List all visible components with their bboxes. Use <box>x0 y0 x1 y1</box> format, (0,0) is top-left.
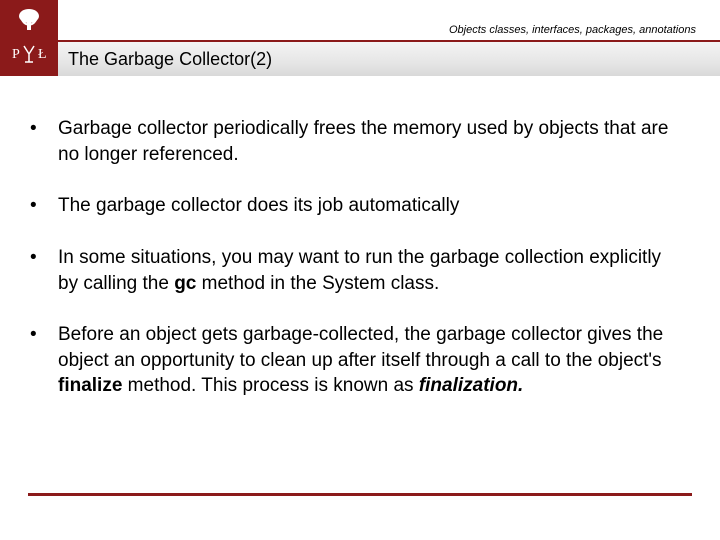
bullet-text: The garbage collector does its job autom… <box>58 193 680 219</box>
logo-emblem-bottom: P Ł <box>0 42 58 76</box>
bullet-item: •The garbage collector does its job auto… <box>30 193 680 219</box>
bullet-item: •Before an object gets garbage-collected… <box>30 322 680 399</box>
slide-title: The Garbage Collector(2) <box>58 42 720 76</box>
header-row: Objects classes, interfaces, packages, a… <box>0 0 720 42</box>
logo-letter-left: P <box>12 47 20 62</box>
bullet-marker: • <box>30 116 58 167</box>
footer-divider <box>28 493 692 496</box>
bullet-list: •Garbage collector periodically frees th… <box>30 116 680 399</box>
bullet-item: •In some situations, you may want to run… <box>30 245 680 296</box>
breadcrumb: Objects classes, interfaces, packages, a… <box>58 24 720 40</box>
bullet-text: Garbage collector periodically frees the… <box>58 116 680 167</box>
title-row: P Ł The Garbage Collector(2) <box>0 42 720 76</box>
bullet-text: In some situations, you may want to run … <box>58 245 680 296</box>
bullet-marker: • <box>30 245 58 296</box>
content-area: •Garbage collector periodically frees th… <box>0 76 720 445</box>
bullet-text: Before an object gets garbage-collected,… <box>58 322 680 399</box>
logo-letter-right: Ł <box>38 47 47 62</box>
bullet-marker: • <box>30 322 58 399</box>
bullet-item: •Garbage collector periodically frees th… <box>30 116 680 167</box>
logo-emblem-top <box>0 0 58 40</box>
bullet-marker: • <box>30 193 58 219</box>
